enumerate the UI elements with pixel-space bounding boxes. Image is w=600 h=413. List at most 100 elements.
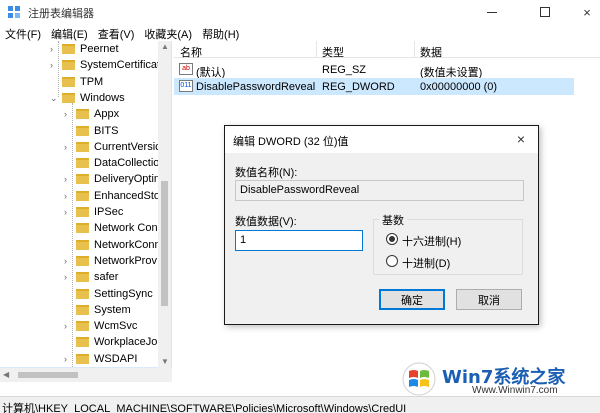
tree-item[interactable]: BITS <box>0 123 160 139</box>
folder-icon <box>76 223 89 234</box>
tree-item[interactable]: › Appx <box>0 106 160 122</box>
tree-vertical-scroll-thumb[interactable] <box>161 181 168 306</box>
column-data-header[interactable]: 数据 <box>420 44 442 60</box>
tree-item-label: EnhancedStor <box>94 189 164 202</box>
scroll-down-icon[interactable]: ▼ <box>161 357 169 366</box>
radio-selected-dot <box>389 236 395 242</box>
watermark-url: Www.Winwin7.com <box>472 385 558 396</box>
chevron-right-icon[interactable]: › <box>64 191 72 200</box>
tree-item[interactable]: › IPSec <box>0 204 160 220</box>
menu-edit[interactable]: 编辑(E) <box>46 24 93 41</box>
value-type: REG_SZ <box>322 64 367 76</box>
chevron-right-icon[interactable]: › <box>64 208 72 217</box>
minimize-button[interactable] <box>470 0 514 24</box>
tree-item[interactable]: › WSDAPI <box>0 351 160 367</box>
tree-item-label: WSDAPI <box>94 352 138 365</box>
folder-icon <box>76 141 89 152</box>
tree-item[interactable]: WorkplaceJo <box>0 334 160 350</box>
tree-item-label: WcmSvc <box>94 320 138 333</box>
chevron-right-icon[interactable]: › <box>64 175 72 184</box>
maximize-button[interactable] <box>523 0 567 24</box>
minimize-icon <box>487 11 497 13</box>
menu-bar: 文件(F) 编辑(E) 查看(V) 收藏夹(A) 帮助(H) <box>0 24 600 41</box>
tree-item-label: SystemCertificate <box>80 59 167 72</box>
value-data-input[interactable]: 1 <box>235 230 363 251</box>
chevron-down-icon[interactable]: ⌄ <box>50 93 58 102</box>
value-name-field: DisablePasswordReveal <box>235 180 524 201</box>
menu-file[interactable]: 文件(F) <box>0 24 46 41</box>
tree-item-label: NetworkProv <box>94 254 157 267</box>
folder-icon <box>76 158 89 169</box>
chevron-right-icon[interactable]: › <box>64 354 72 363</box>
tree-item-label: Network Con <box>94 222 158 235</box>
tree-item[interactable]: › SystemCertificate <box>0 57 166 73</box>
menu-favorites[interactable]: 收藏夹(A) <box>139 24 197 41</box>
tree-item[interactable]: DataCollectio <box>0 155 160 171</box>
tree-horizontal-scrollbar[interactable]: ◀ <box>0 368 172 382</box>
string-value-icon: ab <box>179 63 193 75</box>
hex-radio[interactable] <box>386 233 398 245</box>
decimal-radio-label[interactable]: 十进制(D) <box>402 255 450 271</box>
tree-item-label: WorkplaceJo <box>94 336 158 349</box>
column-divider[interactable] <box>316 41 317 58</box>
folder-icon <box>76 321 89 332</box>
tree-item[interactable]: › WcmSvc <box>0 318 160 334</box>
list-row[interactable]: ab (默认) REG_SZ (数值未设置) <box>174 61 574 79</box>
list-row[interactable]: 011 DisablePasswordReveal REG_DWORD 0x00… <box>174 78 574 95</box>
dialog-title-bar: 编辑 DWORD (32 位)值 × <box>225 126 538 153</box>
folder-icon <box>76 207 89 217</box>
tree-item[interactable]: › DeliveryOptin <box>0 171 160 187</box>
tree-item[interactable]: ⌄ Windows <box>0 90 160 106</box>
dialog-title: 编辑 DWORD (32 位)值 <box>233 136 349 148</box>
folder-icon <box>76 190 89 201</box>
window-title: 注册表编辑器 <box>28 8 94 20</box>
menu-help[interactable]: 帮助(H) <box>197 24 244 41</box>
tree-item[interactable]: › CurrentVersic <box>0 139 161 155</box>
chevron-right-icon[interactable]: › <box>64 142 72 151</box>
chevron-right-icon[interactable]: › <box>50 61 58 70</box>
dialog-close-button[interactable]: × <box>508 128 534 150</box>
tree-item[interactable]: System <box>0 302 160 318</box>
tree-horizontal-scroll-thumb[interactable] <box>18 372 78 378</box>
folder-icon <box>76 272 89 283</box>
title-bar: 注册表编辑器 × <box>0 0 600 24</box>
folder-icon <box>76 288 89 299</box>
scroll-up-icon[interactable]: ▲ <box>161 42 169 51</box>
tree-item[interactable]: › Peernet <box>0 41 160 57</box>
chevron-right-icon[interactable]: › <box>64 273 72 282</box>
close-icon: × <box>583 4 591 20</box>
tree-item[interactable]: Network Con <box>0 220 160 236</box>
value-list-header: 名称 类型 数据 <box>174 41 600 60</box>
cancel-button[interactable]: 取消 <box>456 289 522 310</box>
chevron-right-icon[interactable]: › <box>64 322 72 331</box>
folder-icon <box>76 304 89 315</box>
tree-item[interactable]: NetworkConn <box>0 237 161 253</box>
hex-radio-label[interactable]: 十六进制(H) <box>402 233 461 249</box>
tree-item[interactable]: › safer <box>0 269 160 285</box>
menu-view[interactable]: 查看(V) <box>93 24 140 41</box>
column-name-header[interactable]: 名称 <box>180 44 202 60</box>
tree-item[interactable]: › EnhancedStor <box>0 188 164 204</box>
scroll-left-icon[interactable]: ◀ <box>3 370 9 379</box>
ok-button[interactable]: 确定 <box>379 289 445 310</box>
chevron-right-icon[interactable]: › <box>50 45 58 54</box>
key-tree[interactable]: › Peernet › SystemCertificate TPM ⌄ Windows › Ap… <box>0 41 172 382</box>
chevron-right-icon[interactable]: › <box>64 110 72 119</box>
tree-item-label: CurrentVersic <box>94 140 161 153</box>
column-type-header[interactable]: 类型 <box>322 44 344 60</box>
column-divider[interactable] <box>414 41 415 58</box>
value-data: 0x00000000 (0) <box>420 81 498 93</box>
close-button[interactable]: × <box>565 0 600 24</box>
folder-icon <box>62 76 75 87</box>
folder-icon <box>76 353 89 364</box>
folder-icon <box>76 109 89 120</box>
value-name: DisablePasswordReveal <box>196 81 316 93</box>
tree-vertical-scrollbar[interactable]: ▲ ▼ <box>158 41 171 368</box>
edit-dword-dialog: 编辑 DWORD (32 位)值 × 数值名称(N): DisablePassw… <box>224 125 539 325</box>
chevron-right-icon[interactable]: › <box>64 256 72 265</box>
tree-item[interactable]: TPM <box>0 74 160 90</box>
decimal-radio[interactable] <box>386 255 398 267</box>
maximize-icon <box>540 7 550 17</box>
tree-item[interactable]: SettingSync <box>0 286 160 302</box>
tree-item[interactable]: › NetworkProv <box>0 253 160 269</box>
